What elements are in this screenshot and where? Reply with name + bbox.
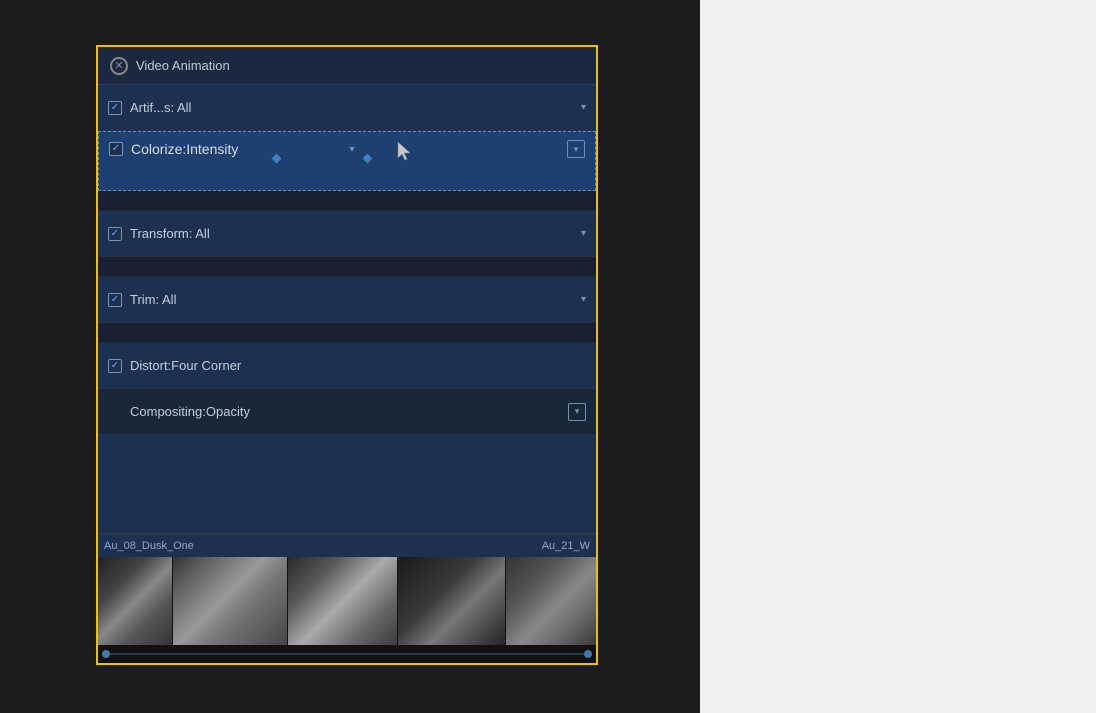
gap-row-1 xyxy=(98,191,596,211)
effect-row-artif[interactable]: Artif...s: All ▾ xyxy=(98,85,596,131)
clip-label-bar: Au_08_Dusk_One Au_21_W xyxy=(98,535,596,557)
dropdown-arrow-artif[interactable]: ▾ xyxy=(581,102,586,113)
dropdown-arrow-trim[interactable]: ▾ xyxy=(581,294,586,305)
effect-row-transform[interactable]: Transform: All ▾ xyxy=(98,211,596,257)
film-frame-2 xyxy=(173,557,288,645)
progress-dot-left xyxy=(102,650,110,658)
keyframe-dot-1 xyxy=(272,153,282,163)
effect-name-artif: Artif...s: All xyxy=(130,100,577,115)
cursor-indicator xyxy=(396,140,412,167)
keyframe-track-colorize xyxy=(159,154,615,162)
checkbox-colorize[interactable] xyxy=(109,142,123,156)
panel-header: ✕ Video Animation xyxy=(98,47,596,85)
main-container: ✕ Video Animation Artif...s: All ▾ Color… xyxy=(0,0,1096,713)
video-animation-panel: ✕ Video Animation Artif...s: All ▾ Color… xyxy=(96,45,598,665)
checkbox-trim[interactable] xyxy=(108,293,122,307)
expand-btn-compositing[interactable]: ▾ xyxy=(568,403,586,421)
effect-name-compositing: Compositing:Opacity xyxy=(130,404,349,419)
effect-row-compositing[interactable]: Compositing:Opacity ▾ xyxy=(98,389,596,435)
film-frame-3 xyxy=(288,557,398,645)
close-icon: ✕ xyxy=(114,59,123,72)
clip-label-text: Au_08_Dusk_One xyxy=(104,540,194,552)
effect-name-transform: Transform: All xyxy=(130,226,577,241)
keyframe-dot-2 xyxy=(363,153,373,163)
checkbox-artif[interactable] xyxy=(108,101,122,115)
clip-strip-panel: Au_08_Dusk_One Au_21_W xyxy=(98,533,596,663)
effect-row-distort[interactable]: Distort:Four Corner xyxy=(98,343,596,389)
panel-title: Video Animation xyxy=(136,58,230,73)
film-frame-1 xyxy=(98,557,173,645)
annotation-area: Drag clip effects to rearrange their ord… xyxy=(700,0,1096,713)
gap-row-3 xyxy=(98,323,596,343)
progress-line xyxy=(110,653,584,655)
effect-row-trim[interactable]: Trim: All ▾ xyxy=(98,277,596,323)
progress-dot-right xyxy=(584,650,592,658)
progress-track xyxy=(98,651,596,657)
film-frame-right xyxy=(506,557,596,645)
clip-label-right-text: Au_21_W xyxy=(542,540,590,552)
film-frame-4 xyxy=(398,557,506,645)
effect-name-distort: Distort:Four Corner xyxy=(130,358,586,373)
checkbox-transform[interactable] xyxy=(108,227,122,241)
film-frames xyxy=(98,557,596,645)
close-button[interactable]: ✕ xyxy=(110,57,128,75)
gap-row-2 xyxy=(98,257,596,277)
effect-name-trim: Trim: All xyxy=(130,292,577,307)
effect-row-colorize[interactable]: Colorize:Intensity ▾ ▾ xyxy=(98,131,596,191)
dropdown-arrow-colorize[interactable]: ▾ xyxy=(349,144,354,155)
checkbox-distort[interactable] xyxy=(108,359,122,373)
dropdown-arrow-transform[interactable]: ▾ xyxy=(581,228,586,239)
